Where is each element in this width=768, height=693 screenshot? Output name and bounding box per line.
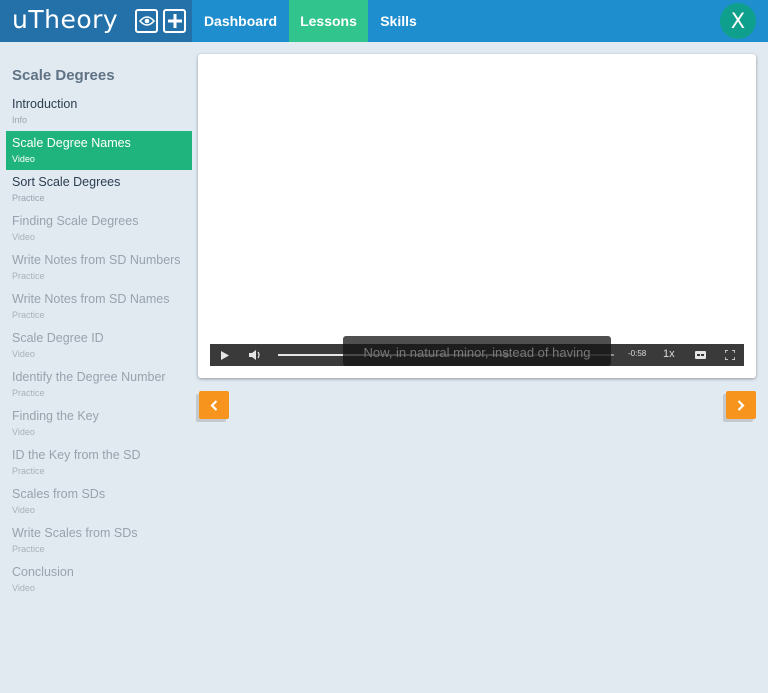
lesson-name: Finding the Key [12, 409, 99, 423]
captions-button[interactable] [694, 344, 706, 366]
lesson-item[interactable]: Write Notes from SD Names Practice [6, 287, 192, 326]
lesson-type: Practice [12, 193, 45, 203]
lesson-name: Identify the Degree Number [12, 370, 166, 384]
lesson-type: Info [12, 115, 28, 125]
lesson-name: Conclusion [12, 565, 74, 579]
lesson-item[interactable]: Identify the Degree Number Practice [6, 365, 192, 404]
user-avatar[interactable]: X [720, 3, 756, 39]
lesson-item[interactable]: Finding the Key Video [6, 404, 192, 443]
top-navigation-bar: uTheory Dashboard Lessons Skills X [0, 0, 768, 42]
lesson-name: ID the Key from the SD [12, 448, 141, 462]
lesson-item[interactable]: Conclusion Video [6, 560, 192, 599]
play-icon [221, 350, 229, 360]
lesson-type: Practice [12, 466, 45, 476]
add-button[interactable] [163, 9, 186, 33]
lesson-item[interactable]: Write Notes from SD Numbers Practice [6, 248, 192, 287]
tab-dashboard[interactable]: Dashboard [192, 0, 289, 42]
lesson-name: Write Scales from SDs [12, 526, 138, 540]
fullscreen-button[interactable] [724, 344, 736, 366]
utheory-logo[interactable]: uTheory [12, 5, 118, 34]
lesson-name: Introduction [12, 97, 78, 111]
lesson-item[interactable]: Scale Degree ID Video [6, 326, 192, 365]
lesson-name: Write Notes from SD Numbers [12, 253, 181, 267]
lesson-item[interactable]: Scale Degree Names Video [6, 131, 192, 170]
lesson-type: Practice [12, 544, 45, 554]
lesson-name: Scale Degree Names [12, 136, 131, 150]
lesson-name: Sort Scale Degrees [12, 175, 121, 189]
lesson-item[interactable]: Sort Scale Degrees Practice [6, 170, 192, 209]
lesson-type: Video [12, 232, 35, 242]
video-player[interactable]: -0:58 1x Now, in natural minor, instead … [198, 54, 756, 378]
lesson-type: Video [12, 427, 35, 437]
next-lesson-button[interactable] [726, 391, 756, 419]
lesson-item[interactable]: ID the Key from the SD Practice [6, 443, 192, 482]
lesson-name: Write Notes from SD Names [12, 292, 170, 306]
lesson-type: Practice [12, 271, 45, 281]
plus-icon [167, 14, 182, 28]
lesson-type: Practice [12, 310, 45, 320]
time-remaining: -0:58 [628, 349, 647, 358]
lesson-type: Practice [12, 388, 45, 398]
captions-icon [694, 351, 706, 359]
lesson-item[interactable]: Write Scales from SDs Practice [6, 521, 192, 560]
lesson-type: Video [12, 505, 35, 515]
lesson-type: Video [12, 349, 35, 359]
chevron-left-icon [210, 399, 218, 411]
lesson-item[interactable]: Scales from SDs Video [6, 482, 192, 521]
tab-skills[interactable]: Skills [368, 0, 429, 42]
sidebar-title: Scale Degrees [12, 67, 115, 84]
previous-lesson-button[interactable] [199, 391, 229, 419]
lesson-name: Scales from SDs [12, 487, 106, 501]
lesson-type: Video [12, 583, 35, 593]
lesson-name: Scale Degree ID [12, 331, 104, 345]
volume-icon [249, 350, 260, 360]
chevron-right-icon [737, 399, 745, 411]
fullscreen-icon [725, 350, 735, 360]
caption-overlay: Now, in natural minor, instead of having [343, 336, 611, 366]
brand-block: uTheory [0, 0, 192, 42]
lesson-name: Finding Scale Degrees [12, 214, 139, 228]
lesson-type: Video [12, 154, 35, 164]
lesson-item[interactable]: Finding Scale Degrees Video [6, 209, 192, 248]
playback-speed-button[interactable]: 1x [663, 348, 675, 360]
volume-button[interactable] [247, 344, 263, 366]
eye-icon [138, 16, 155, 26]
play-button[interactable] [218, 344, 232, 366]
lesson-item[interactable]: Introduction Info [6, 92, 192, 131]
view-button[interactable] [135, 9, 158, 33]
tab-lessons[interactable]: Lessons [289, 0, 368, 42]
